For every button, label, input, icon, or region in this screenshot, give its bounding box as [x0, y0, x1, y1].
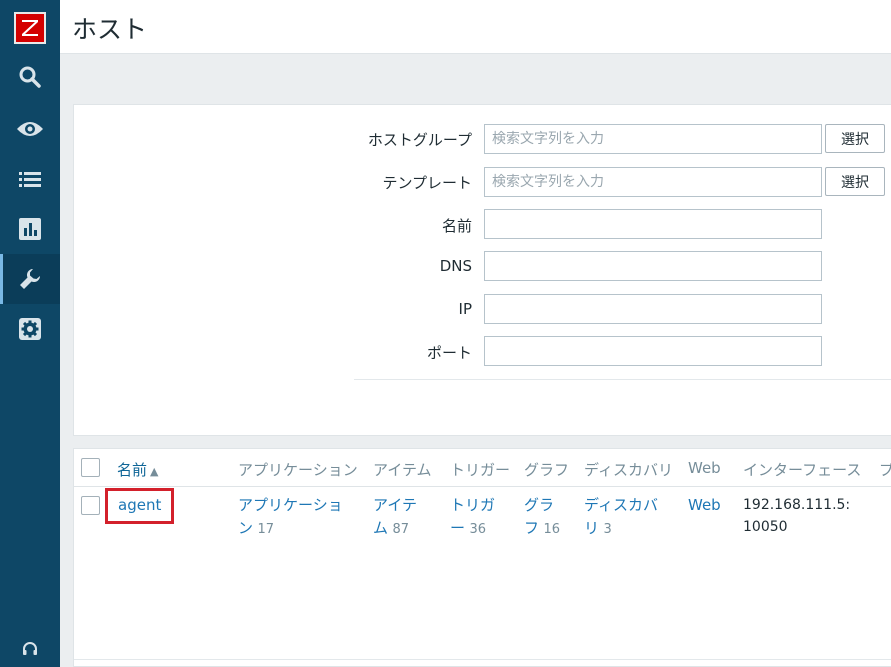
applications-link-line1: アプリケーショ: [238, 496, 343, 514]
graphs-cell: グラフ 16: [524, 494, 560, 541]
chart-icon: [19, 218, 41, 240]
template-label: テンプレート: [382, 174, 472, 192]
headset-icon: [23, 642, 37, 655]
triggers-count: 36: [469, 522, 487, 537]
gear-icon: [19, 318, 41, 340]
column-header-name-label: 名前: [117, 461, 148, 479]
items-link-line1: アイテ: [373, 496, 417, 514]
table-bottom-divider: [74, 659, 891, 660]
nav-configuration[interactable]: [0, 254, 60, 304]
column-header-interface: インターフェース: [743, 461, 862, 479]
logo-z-glyph: [22, 20, 38, 36]
name-input[interactable]: [484, 209, 822, 239]
row-checkbox[interactable]: [81, 496, 100, 515]
nav-reports[interactable]: [0, 204, 60, 254]
template-input[interactable]: [484, 167, 822, 197]
header-divider: [74, 486, 891, 487]
hostgroup-input[interactable]: [484, 124, 822, 154]
template-select-button[interactable]: 選択: [825, 167, 885, 196]
interface-port: 10050: [743, 519, 788, 535]
graphs-link-line2: フ: [524, 519, 540, 537]
applications-link[interactable]: アプリケーション: [238, 496, 343, 537]
select-all-checkbox[interactable]: [81, 458, 100, 477]
sort-ascending-icon: ▲: [150, 465, 159, 478]
eye-icon: [17, 122, 43, 136]
discovery-link[interactable]: ディスカバリ: [584, 496, 658, 537]
page-header: ホスト: [60, 0, 891, 54]
filter-divider: [354, 379, 891, 380]
discovery-link-line2: リ: [584, 519, 600, 537]
list-icon: [19, 172, 41, 187]
triggers-cell: トリガー 36: [450, 494, 495, 541]
filter-panel: ホストグループ 選択 テンプレート 選択 名前 DNS IP ポート: [73, 104, 891, 436]
column-header-items: アイテム: [373, 461, 432, 479]
zabbix-logo[interactable]: [14, 12, 46, 44]
name-label: 名前: [441, 217, 472, 235]
host-name-link[interactable]: agent: [118, 496, 161, 514]
ip-input[interactable]: [484, 294, 822, 324]
column-header-web: Web: [688, 459, 721, 477]
applications-link-line2: ン: [238, 519, 254, 537]
port-label: ポート: [426, 344, 472, 362]
port-input[interactable]: [484, 336, 822, 366]
column-header-triggers: トリガー: [450, 461, 511, 479]
hosts-table: 名前 ▲ アプリケーション アイテム トリガー グラフ ディスカバリ Web イン…: [73, 448, 891, 667]
items-count: 87: [392, 522, 410, 537]
interface-cell: 192.168.111.5: 10050: [743, 494, 850, 538]
column-header-truncated: プ: [879, 461, 891, 479]
graphs-link-line1: グラ: [524, 496, 555, 514]
search-icon: [19, 66, 41, 88]
nav-search[interactable]: [0, 52, 60, 102]
sidebar: [0, 0, 60, 667]
discovery-cell: ディスカバリ 3: [584, 494, 658, 541]
discovery-count: 3: [603, 522, 612, 537]
column-header-discovery: ディスカバリ: [584, 461, 673, 479]
column-header-applications: アプリケーション: [238, 461, 358, 479]
hostgroup-label: ホストグループ: [367, 131, 472, 149]
items-cell: アイテム 87: [373, 494, 417, 541]
interface-address: 192.168.111.5:: [743, 497, 851, 513]
discovery-link-line1: ディスカバ: [584, 496, 658, 514]
triggers-link-line1: トリガ: [450, 496, 496, 514]
ip-label: IP: [458, 300, 472, 318]
dns-input[interactable]: [484, 251, 822, 281]
nav-inventory[interactable]: [0, 154, 60, 204]
dns-label: DNS: [439, 257, 472, 275]
hostgroup-select-button[interactable]: 選択: [825, 124, 885, 153]
triggers-link-line2: ー: [450, 519, 466, 537]
web-link[interactable]: Web: [688, 496, 721, 514]
column-header-name[interactable]: 名前 ▲: [117, 459, 158, 480]
applications-count: 17: [257, 522, 275, 537]
column-header-graphs: グラフ: [524, 461, 570, 479]
wrench-icon: [20, 268, 41, 289]
graphs-count: 16: [543, 522, 561, 537]
applications-cell: アプリケーション 17: [238, 494, 343, 541]
items-link-line2: ム: [373, 519, 389, 537]
nav-administration[interactable]: [0, 304, 60, 354]
nav-support[interactable]: [0, 624, 60, 667]
nav-monitoring[interactable]: [0, 104, 60, 154]
page-title: ホスト: [72, 15, 148, 44]
web-cell: Web: [688, 494, 721, 517]
